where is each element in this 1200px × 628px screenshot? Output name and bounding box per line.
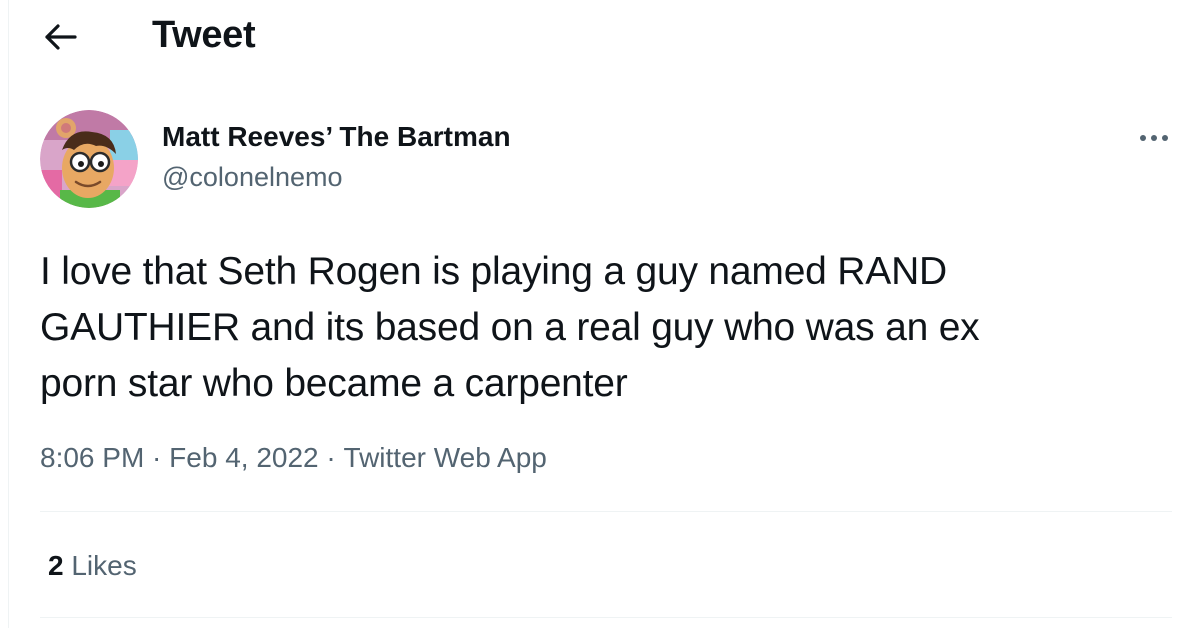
column-border xyxy=(8,0,9,628)
more-options-button[interactable] xyxy=(1128,118,1180,158)
tweet-metadata: 8:06 PM · Feb 4, 2022 · Twitter Web App xyxy=(40,440,547,476)
author-handle[interactable]: @colonelnemo xyxy=(162,160,343,194)
tweet-source[interactable]: Twitter Web App xyxy=(344,440,547,476)
author-display-name[interactable]: Matt Reeves’ The Bartman xyxy=(162,120,511,154)
divider xyxy=(40,617,1172,618)
tweet-time[interactable]: 8:06 PM xyxy=(40,440,144,476)
page-header: Tweet xyxy=(0,0,1200,72)
tweet-date[interactable]: Feb 4, 2022 xyxy=(169,440,318,476)
likes-stat[interactable]: 2 Likes xyxy=(48,548,137,584)
ellipsis-icon xyxy=(1140,135,1168,141)
avatar[interactable] xyxy=(40,110,138,208)
page-title: Tweet xyxy=(152,14,256,56)
cartoon-aardvark-avatar xyxy=(40,110,138,208)
meta-separator: · xyxy=(144,442,170,473)
arrow-left-icon xyxy=(45,24,77,50)
back-button[interactable] xyxy=(38,14,84,60)
likes-count: 2 xyxy=(48,550,64,581)
divider xyxy=(40,511,1172,512)
tweet-text: I love that Seth Rogen is playing a guy … xyxy=(40,250,980,405)
likes-label: Likes xyxy=(71,550,137,581)
meta-separator: · xyxy=(318,442,344,473)
